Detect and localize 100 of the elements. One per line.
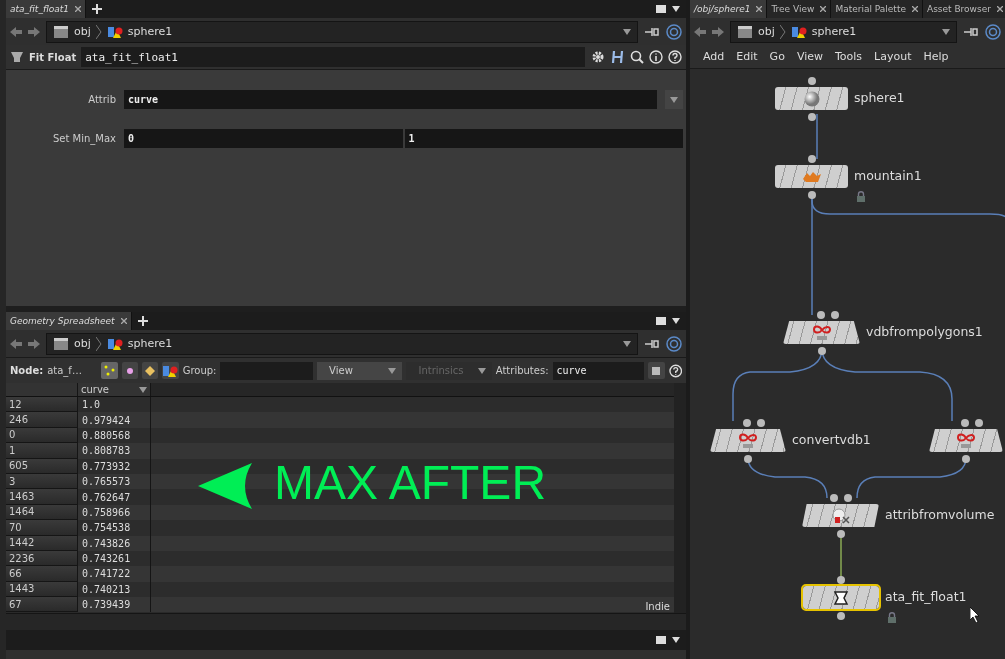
detail-icon[interactable]: [162, 362, 179, 379]
table-cell: 0.743826: [78, 535, 151, 551]
menu-item[interactable]: Help: [918, 50, 954, 63]
table-cell: 0.979424: [78, 412, 151, 428]
points-icon[interactable]: [101, 362, 118, 379]
caret-icon[interactable]: [942, 28, 950, 35]
menu-item[interactable]: Tools: [830, 50, 868, 63]
arrow-icon[interactable]: [28, 338, 40, 349]
lock-icon[interactable]: [856, 191, 866, 202]
path-segment[interactable]: sphere1: [811, 25, 857, 38]
menu-item[interactable]: Edit: [731, 50, 763, 63]
pin-icon[interactable]: [963, 25, 979, 38]
caret-icon[interactable]: [672, 318, 680, 324]
row-header[interactable]: 67: [6, 597, 78, 613]
search-icon[interactable]: [630, 50, 644, 64]
node-name-field[interactable]: ata_fit_float1: [81, 47, 585, 67]
network-node[interactable]: [802, 504, 879, 527]
pane-tab[interactable]: Tree View: [767, 0, 832, 18]
table-cell: 0.739439: [78, 597, 151, 613]
arrow-icon[interactable]: [28, 26, 40, 37]
network-node[interactable]: [710, 429, 786, 452]
path-field[interactable]: obj sphere1: [46, 332, 638, 355]
close-icon[interactable]: [75, 6, 81, 12]
gear-icon[interactable]: [590, 49, 606, 65]
houdini-h-icon[interactable]: [611, 49, 625, 65]
output-connector[interactable]: [807, 191, 816, 199]
output-connector[interactable]: [817, 347, 826, 355]
help-icon[interactable]: [668, 363, 682, 378]
caret-icon[interactable]: [672, 6, 680, 12]
arrow-icon[interactable]: [10, 26, 22, 37]
filter-icon[interactable]: [648, 362, 665, 379]
add-tab-icon[interactable]: [137, 316, 148, 326]
network-node[interactable]: [775, 87, 848, 110]
info-icon[interactable]: [649, 50, 663, 64]
arrow-icon[interactable]: [712, 26, 724, 37]
pane-tab[interactable]: ata_fit_float1: [6, 0, 86, 18]
output-connector[interactable]: [837, 612, 845, 620]
network-node[interactable]: [803, 586, 879, 609]
caret-icon[interactable]: [623, 28, 631, 35]
arrow-icon[interactable]: [10, 338, 22, 349]
close-icon[interactable]: [820, 6, 827, 12]
output-connector[interactable]: [962, 455, 970, 463]
network-node[interactable]: [929, 429, 1003, 452]
scrollbar[interactable]: [674, 383, 686, 613]
pin-icon[interactable]: [644, 25, 660, 38]
parameter-field[interactable]: curve: [124, 90, 657, 109]
network-node[interactable]: [783, 321, 860, 344]
output-connector[interactable]: [807, 113, 816, 121]
network-node[interactable]: [775, 165, 848, 188]
path-field[interactable]: obj sphere1: [46, 20, 638, 43]
menu-item[interactable]: Add: [698, 50, 730, 63]
column-header[interactable]: curve: [78, 383, 151, 396]
row-header[interactable]: 1: [6, 443, 78, 459]
parameter-field[interactable]: 0: [124, 129, 403, 148]
path-field[interactable]: obj sphere1: [730, 20, 957, 43]
link-icon[interactable]: [666, 335, 682, 352]
vertex-icon[interactable]: [121, 362, 138, 379]
attributes-field[interactable]: curve: [552, 361, 645, 380]
close-icon[interactable]: [756, 6, 763, 12]
caret-icon[interactable]: [623, 340, 631, 347]
arrow-icon[interactable]: [694, 26, 706, 37]
row-header[interactable]: 246: [6, 412, 78, 428]
parameter-field[interactable]: 1: [404, 129, 683, 148]
menu-item[interactable]: Layout: [869, 50, 917, 63]
sort-caret-icon[interactable]: [139, 386, 147, 393]
row-header[interactable]: 66: [6, 566, 78, 582]
path-segment[interactable]: obj: [74, 337, 91, 350]
pane-tab[interactable]: /obj/sphere1: [690, 0, 768, 18]
close-icon[interactable]: [996, 6, 1003, 12]
output-connector[interactable]: [836, 530, 845, 538]
node-type-icon[interactable]: [10, 50, 24, 64]
close-icon[interactable]: [911, 6, 918, 12]
add-tab-icon[interactable]: [92, 4, 102, 14]
close-icon[interactable]: [120, 318, 127, 324]
input-connector[interactable]: [807, 77, 816, 85]
pane-tab[interactable]: Material Palette: [831, 0, 923, 18]
view-dropdown[interactable]: View: [317, 361, 403, 380]
primitive-icon[interactable]: [141, 362, 159, 379]
lock-icon[interactable]: [887, 612, 897, 623]
path-segment[interactable]: obj: [758, 25, 775, 38]
row-header[interactable]: 12: [6, 397, 78, 413]
path-segment[interactable]: obj: [74, 25, 91, 38]
path-segment[interactable]: sphere1: [127, 337, 173, 350]
pane-tab[interactable]: Asset Browser: [922, 0, 1005, 18]
input-connector[interactable]: [807, 155, 816, 163]
output-connector[interactable]: [744, 455, 752, 463]
pin-icon[interactable]: [644, 337, 660, 350]
edition-label: Indie: [645, 601, 670, 612]
dropdown-button[interactable]: [665, 90, 683, 109]
pane-tab[interactable]: Geometry Spreadsheet: [6, 312, 132, 330]
path-segment[interactable]: sphere1: [127, 25, 173, 38]
input-connector[interactable]: [837, 576, 845, 584]
menu-item[interactable]: View: [791, 50, 828, 63]
link-icon[interactable]: [666, 23, 682, 40]
row-header[interactable]: 70: [6, 520, 78, 536]
caret-icon[interactable]: [672, 637, 680, 643]
menu-item[interactable]: Go: [764, 50, 790, 63]
row-header[interactable]: 1463: [6, 489, 78, 505]
link-icon[interactable]: [985, 23, 1001, 40]
help-icon[interactable]: [668, 50, 682, 64]
